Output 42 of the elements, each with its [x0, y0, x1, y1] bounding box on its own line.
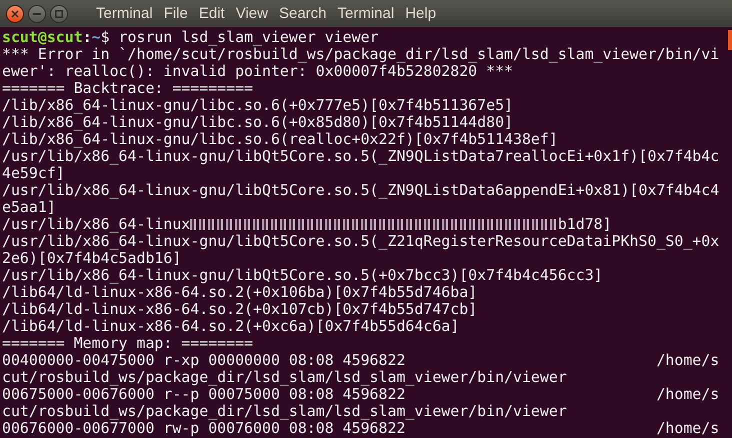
minimize-button[interactable] [28, 4, 46, 22]
output-line: *** Error in `/home/scut/rosbuild_ws/package_dir/lsd_slam/lsd_slam_viewer/bin/vi [2, 46, 720, 63]
output-line: /usr/lib/x86_64-linux-gnu/libQt5Core.so.5(+0x7bcc3)[0x7f4b4c456cc3] [2, 267, 603, 284]
close-button[interactable] [6, 4, 24, 22]
minimize-icon [33, 12, 41, 14]
output-line: ewer': realloc(): invalid pointer: 0x00007f4b52802820 *** [2, 63, 514, 80]
output-line: /usr/lib/x86_64-linux-gnu/libQt5Core.so.5(_ZN9QListData7reallocEi+0x1f)[0x7f4b4c [2, 148, 720, 165]
scrollbar-thumb[interactable] [728, 30, 732, 50]
prompt-path: ~ [92, 29, 101, 46]
menu-item[interactable]: View [236, 4, 268, 24]
command-text: $ rosrun lsd_slam_viewer viewer [100, 29, 379, 46]
prompt-user: scut@scut [2, 29, 83, 46]
menu-item[interactable]: File [164, 4, 188, 24]
output-line: 2e6)[0x7f4b4c5adb16] [2, 250, 182, 267]
menu-item[interactable]: Terminal [96, 4, 153, 24]
menu-item[interactable]: Help [405, 4, 436, 24]
output-line: /usr/lib/x86_64-linux-gnu/libQt5Core.so.5(_ZN9QListData6appendEi+0x81)[0x7f4b4c4 [2, 182, 720, 199]
output-line: 00400000-00475000 r-xp 00000000 08:08 4596822 /home/s [2, 352, 720, 369]
output-line: cut/rosbuild_ws/package_dir/lsd_slam/lsd_slam_viewer/bin/viewer [2, 369, 567, 386]
menu-item[interactable]: Search [278, 4, 326, 24]
prompt-separator: : [82, 29, 92, 46]
output-line: ======= Memory map: ======== [2, 335, 254, 352]
output-line: /usr/lib/x86_64-linux-gnu/libQt5Core.so.5(_Z21qRegisterResourceDataiPKhS0_S0_+0x [2, 233, 720, 250]
menu-item[interactable]: Edit [198, 4, 225, 24]
menu-item[interactable]: Terminal [338, 4, 394, 24]
output-line: /usr/lib/x86_64-linux [2, 216, 190, 233]
output-line: 00676000-00677000 rw-p 00076000 08:08 4596822 /home/s [2, 420, 720, 437]
output-line: b1d78] [558, 216, 612, 233]
output-line: /lib64/ld-linux-x86-64.so.2(+0xc6a)[0x7f4b55d64c6a] [2, 318, 460, 335]
maximize-button[interactable] [50, 4, 68, 22]
output-line: 4e59cf] [2, 165, 65, 182]
output-line: ======= Backtrace: ========= [2, 80, 254, 97]
output-line: /lib/x86_64-linux-gnu/libc.so.6(+0x85d80)[0x7f4b51144d80] [2, 114, 514, 131]
close-icon [11, 10, 19, 18]
output-line: /lib/x86_64-linux-gnu/libc.so.6(+0x777e5)[0x7f4b511367e5] [2, 97, 514, 114]
output-line: cut/rosbuild_ws/package_dir/lsd_slam/lsd_slam_viewer/bin/viewer [2, 403, 567, 420]
output-line: 00675000-00676000 r--p 00075000 08:08 4596822 /home/s [2, 386, 720, 403]
output-line: /lib64/ld-linux-x86-64.so.2(+0x107cb)[0x7f4b55d747cb] [2, 301, 478, 318]
output-line: /lib/x86_64-linux-gnu/libc.so.6(realloc+0x22f)[0x7f4b511438ef] [2, 131, 558, 148]
maximize-icon [55, 10, 63, 18]
output-line: e5aa1] [2, 199, 56, 216]
output-line: /lib64/ld-linux-x86-64.so.2(+0x106ba)[0x7f4b55d746ba] [2, 284, 478, 301]
